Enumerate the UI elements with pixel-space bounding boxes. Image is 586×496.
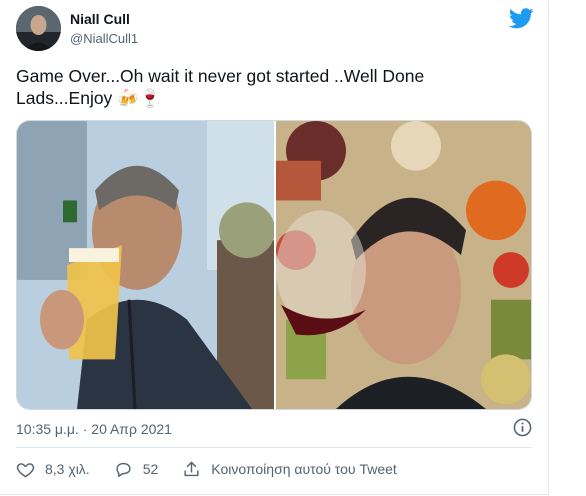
info-icon[interactable]	[513, 418, 532, 437]
tweet-media[interactable]	[16, 120, 532, 410]
reply-icon	[116, 462, 131, 477]
photo-man-drinking-beer[interactable]	[17, 121, 274, 409]
like-button[interactable]: 8,3 χιλ.	[16, 460, 90, 479]
share-button[interactable]: Κοινοποίηση αυτού του Tweet	[182, 460, 397, 479]
reply-count: 52	[142, 461, 159, 477]
tweet-text: Game Over...Oh wait it never got started…	[16, 66, 425, 108]
avatar-image	[16, 6, 61, 51]
tweet-timestamp[interactable]: 10:35 μ.μ. · 20 Απρ 2021	[16, 421, 172, 437]
author-handle[interactable]: @NiallCull1	[70, 31, 138, 46]
like-count: 8,3 χιλ.	[45, 461, 90, 477]
heart-icon	[16, 462, 35, 477]
photo-man-drinking-wine[interactable]	[276, 121, 532, 409]
divider	[16, 447, 532, 448]
tweet-card: Niall Cull @NiallCull1 Game Over...Oh wa…	[0, 0, 549, 495]
share-label: Κοινοποίηση αυτού του Tweet	[211, 461, 397, 477]
reply-button[interactable]: 52	[114, 460, 159, 479]
twitter-bird-icon[interactable]	[509, 8, 534, 29]
tweet-actions: 8,3 χιλ. 52 Κοινοποίηση αυτού του Tweet	[16, 458, 421, 480]
share-icon	[184, 461, 199, 476]
avatar[interactable]	[16, 6, 61, 51]
author-name[interactable]: Niall Cull	[70, 11, 130, 27]
